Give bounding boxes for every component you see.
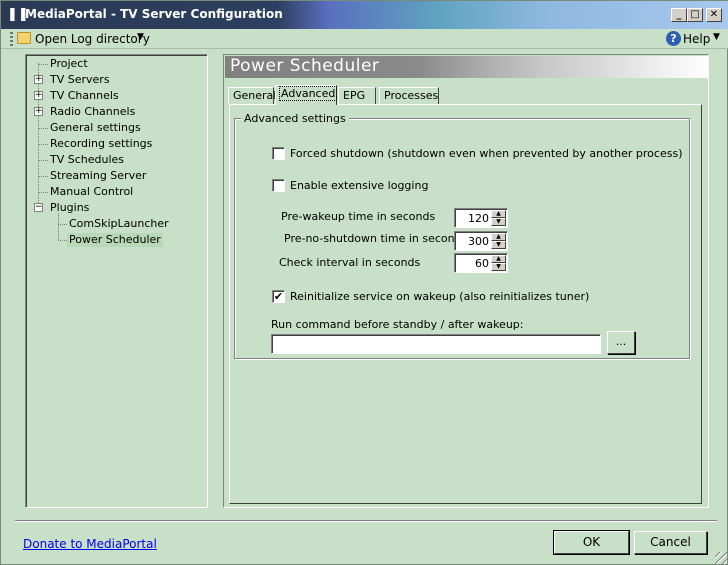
close-button[interactable]: ✕ [706, 8, 722, 22]
expand-icon[interactable]: + [34, 91, 43, 100]
check-interval-stepper[interactable]: 60 ▲ ▼ [454, 253, 508, 273]
toolbar-grip-icon[interactable] [10, 32, 13, 46]
tree-connector [38, 64, 48, 65]
extensive-logging-checkbox[interactable] [272, 179, 285, 192]
tab-processes[interactable]: Processes [379, 87, 439, 104]
forced-shutdown-label[interactable]: Forced shutdown (shutdown even when prev… [290, 147, 682, 160]
pre-wakeup-stepper[interactable]: 120 ▲ ▼ [454, 208, 508, 228]
cancel-button[interactable]: Cancel [634, 531, 707, 554]
tree-item-comskiplauncher[interactable]: ComSkipLauncher [69, 217, 169, 231]
tree-item-tv-channels[interactable]: TV Channels [50, 89, 119, 103]
tab-advanced[interactable]: Advanced [275, 85, 338, 105]
open-log-directory-button[interactable]: Open Log directory [35, 32, 150, 46]
maximize-button[interactable]: □ [687, 8, 703, 22]
tree-item-recording-settings[interactable]: Recording settings [50, 137, 152, 151]
tree-item-tv-servers[interactable]: TV Servers [50, 73, 110, 87]
tab-general-label: General [233, 89, 277, 102]
extensive-logging-label[interactable]: Enable extensive logging [290, 179, 428, 192]
tab-advanced-label: Advanced [278, 86, 338, 101]
tree-connector [38, 176, 48, 177]
resize-grip-icon[interactable] [715, 552, 727, 564]
pre-wakeup-label: Pre-wakeup time in seconds [281, 210, 436, 223]
tree-item-radio-channels[interactable]: Radio Channels [50, 105, 135, 119]
run-command-input[interactable] [271, 334, 601, 354]
tree-item-plugins[interactable]: Plugins [50, 201, 89, 215]
tree-item-project[interactable]: Project [50, 57, 88, 71]
checkmark-icon: ✔ [273, 290, 284, 303]
footer-separator [15, 520, 717, 522]
tree-connector [58, 213, 59, 240]
spin-buttons: ▲ ▼ [491, 233, 506, 249]
check-interval-label: Check interval in seconds [279, 256, 421, 269]
pre-no-shutdown-stepper[interactable]: 300 ▲ ▼ [454, 231, 508, 251]
tree-item-general-settings[interactable]: General settings [50, 121, 141, 135]
tree-connector [38, 160, 48, 161]
spin-down-icon[interactable]: ▼ [491, 241, 506, 249]
window-title: MediaPortal - TV Server Configuration [25, 7, 283, 21]
tab-general[interactable]: General [228, 87, 277, 104]
tab-epg-label: EPG [343, 89, 366, 102]
spin-up-icon[interactable]: ▲ [491, 255, 506, 263]
help-button[interactable]: Help [683, 32, 710, 46]
ok-button[interactable]: OK [553, 530, 630, 555]
tree-connector [58, 224, 67, 225]
spin-buttons: ▲ ▼ [491, 210, 506, 226]
group-title: Advanced settings [241, 112, 349, 125]
chevron-down-icon[interactable]: ▼ [137, 32, 144, 42]
tree-item-manual-control[interactable]: Manual Control [50, 185, 133, 199]
toolbar: Open Log directory ▼ ? Help ▼ [1, 29, 728, 49]
title-bar[interactable]: ❚❚ MediaPortal - TV Server Configuration… [1, 1, 728, 29]
expand-icon[interactable]: + [34, 75, 43, 84]
help-chevron-down-icon[interactable]: ▼ [713, 32, 720, 42]
pre-no-shutdown-label: Pre-no-shutdown time in seconds [284, 232, 468, 245]
reinitialize-label[interactable]: Reinitialize service on wakeup (also rei… [290, 290, 589, 303]
spin-up-icon[interactable]: ▲ [491, 233, 506, 241]
tab-epg[interactable]: EPG [338, 87, 376, 104]
pre-wakeup-value[interactable]: 120 [468, 212, 489, 225]
reinitialize-checkbox[interactable]: ✔ [272, 290, 285, 303]
spin-up-icon[interactable]: ▲ [491, 210, 506, 218]
spin-buttons: ▲ ▼ [491, 255, 506, 271]
minimize-button[interactable]: _ [671, 8, 687, 22]
mediaportal-logo-icon[interactable]: ❚❚ [7, 7, 29, 23]
browse-button[interactable]: ... [607, 331, 635, 354]
collapse-icon[interactable]: − [34, 203, 43, 212]
pre-no-shutdown-value[interactable]: 300 [468, 235, 489, 248]
check-interval-value[interactable]: 60 [475, 257, 489, 270]
tree-connector [38, 192, 48, 193]
expand-icon[interactable]: + [34, 107, 43, 116]
tree-item-tv-schedules[interactable]: TV Schedules [50, 153, 124, 167]
tab-processes-label: Processes [384, 89, 439, 102]
tree-connector [38, 63, 39, 209]
help-icon[interactable]: ? [666, 31, 681, 46]
spin-down-icon[interactable]: ▼ [491, 263, 506, 271]
run-command-label: Run command before standby / after wakeu… [271, 318, 524, 331]
folder-icon[interactable] [17, 32, 31, 44]
tree-connector [58, 240, 67, 241]
main-window: ❚❚ MediaPortal - TV Server Configuration… [0, 0, 728, 565]
tree-item-streaming-server[interactable]: Streaming Server [50, 169, 146, 183]
tree-connector [38, 128, 48, 129]
page-title: Power Scheduler [230, 56, 380, 76]
donate-link[interactable]: Donate to MediaPortal [23, 537, 157, 551]
forced-shutdown-checkbox[interactable] [272, 147, 285, 160]
spin-down-icon[interactable]: ▼ [491, 218, 506, 226]
tree-connector [38, 144, 48, 145]
tree-item-power-scheduler[interactable]: Power Scheduler [67, 233, 163, 247]
